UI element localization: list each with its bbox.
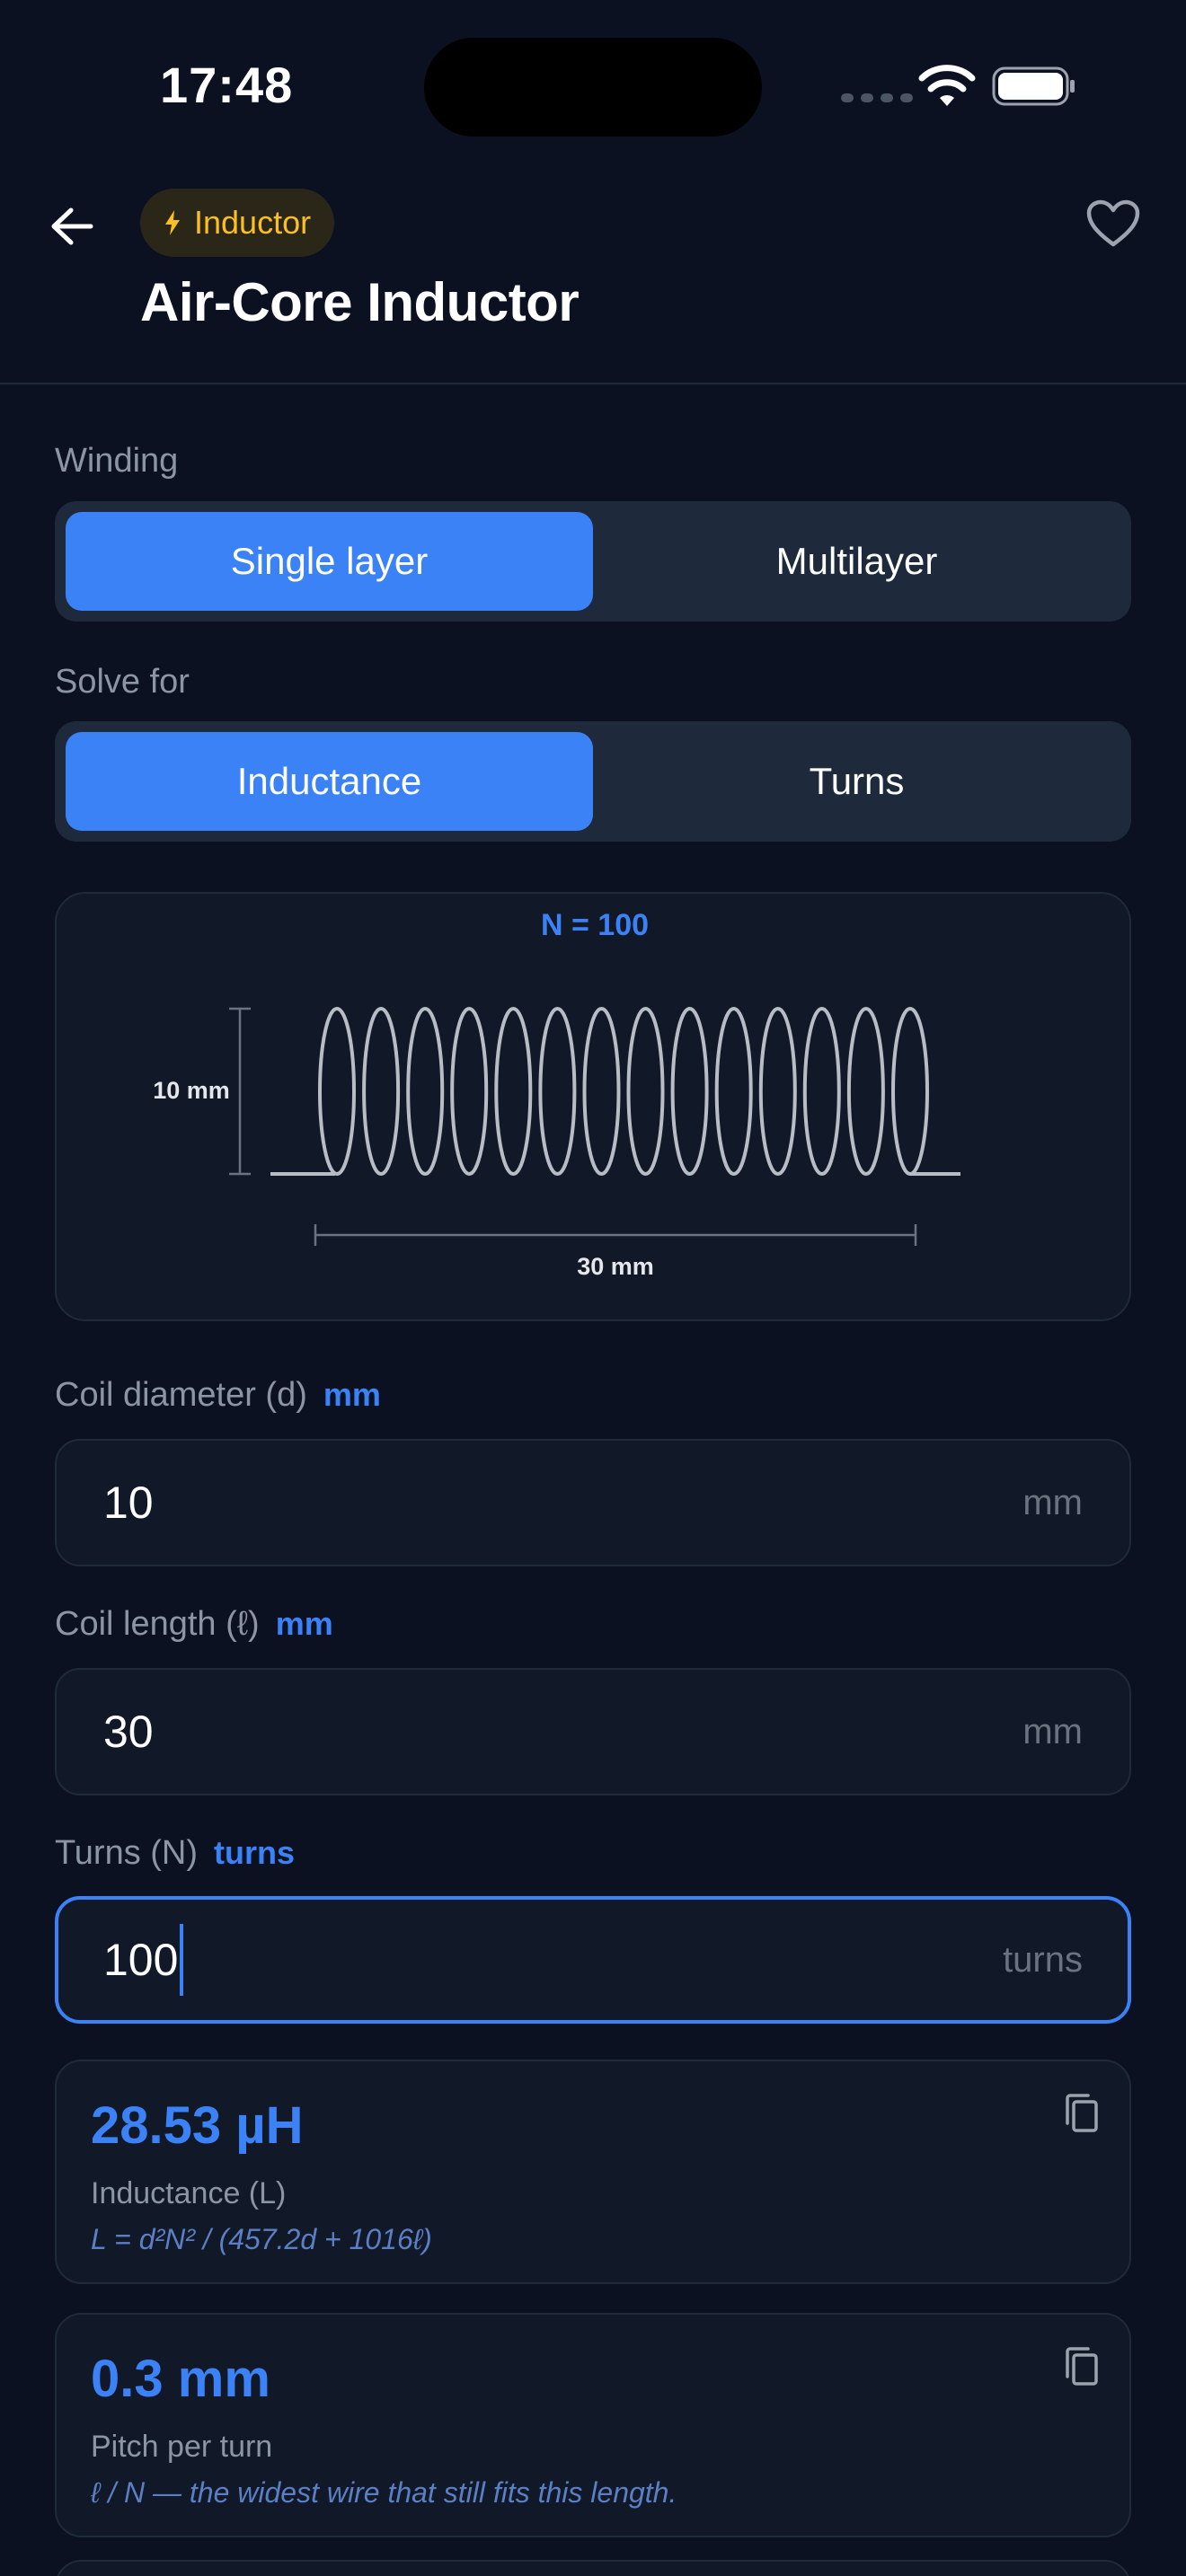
coil-loop bbox=[362, 1007, 401, 1176]
turns-label: Turns (N) bbox=[55, 1834, 199, 1872]
length-dimension: 30 mm bbox=[314, 1224, 917, 1280]
coil-diameter-label: Coil diameter (d) bbox=[55, 1376, 307, 1414]
diameter-dimension: 10 mm bbox=[153, 1007, 251, 1176]
coil-loop bbox=[538, 1007, 577, 1176]
favorite-button[interactable] bbox=[1084, 194, 1143, 253]
coil-diagram: N = 100 10 mm 30 mm bbox=[55, 892, 1131, 1321]
winding-label: Winding bbox=[55, 442, 179, 480]
bolt-icon bbox=[165, 210, 180, 235]
battery-icon bbox=[992, 66, 1075, 106]
turns-input[interactable]: 100 turns bbox=[55, 1896, 1131, 2024]
coil-loop bbox=[846, 1007, 885, 1176]
coil-loop bbox=[714, 1007, 753, 1176]
winding-option-single-layer[interactable]: Single layer bbox=[66, 512, 593, 611]
inductance-result-value: 28.53 µH bbox=[91, 2096, 304, 2155]
coil-length-value: 30 bbox=[103, 1707, 154, 1757]
turns-suffix: turns bbox=[1003, 1939, 1083, 1980]
coil-diameter-input[interactable]: 10 mm bbox=[55, 1439, 1131, 1566]
copy-icon bbox=[1066, 2094, 1098, 2132]
pitch-result-label: Pitch per turn bbox=[91, 2430, 273, 2464]
wifi-icon bbox=[918, 65, 976, 106]
winding-segmented-control: Single layer Multilayer bbox=[55, 501, 1131, 622]
inductance-formula: L = d²N² / (457.2d + 1016ℓ) bbox=[91, 2223, 432, 2255]
coil-loop bbox=[406, 1007, 445, 1176]
coil-diameter-value: 10 bbox=[103, 1478, 154, 1528]
status-bar: 17:48 bbox=[0, 0, 1186, 171]
category-chip-label: Inductor bbox=[194, 204, 312, 241]
coil-loop bbox=[758, 1007, 797, 1176]
coil-diameter-label-row: Coil diameter (d) mm bbox=[55, 1376, 381, 1415]
pitch-formula: ℓ / N — the widest wire that still fits … bbox=[91, 2476, 677, 2509]
coil-loop bbox=[802, 1007, 841, 1176]
coil-diameter-suffix: mm bbox=[1022, 1482, 1083, 1522]
winding-option-multilayer[interactable]: Multilayer bbox=[593, 512, 1120, 611]
turns-unit-tag[interactable]: turns bbox=[214, 1834, 295, 1872]
coil-length-unit-tag[interactable]: mm bbox=[276, 1605, 333, 1643]
heart-outline-icon bbox=[1086, 199, 1140, 247]
coil-loop bbox=[450, 1007, 489, 1176]
diagram-diameter-label: 10 mm bbox=[153, 1077, 230, 1104]
coil-length-input[interactable]: 30 mm bbox=[55, 1668, 1131, 1795]
coil-loop bbox=[318, 1007, 356, 1176]
text-caret bbox=[180, 1924, 184, 1996]
copy-inductance-button[interactable] bbox=[1056, 2088, 1106, 2139]
solve-for-segmented-control: Inductance Turns bbox=[55, 721, 1131, 842]
coil-loop bbox=[494, 1007, 533, 1176]
diagram-length-label: 30 mm bbox=[577, 1253, 654, 1280]
solve-for-label: Solve for bbox=[55, 663, 190, 701]
turns-value: 100 bbox=[103, 1935, 179, 1985]
status-time: 17:48 bbox=[160, 57, 294, 113]
page-title: Air-Core Inductor bbox=[140, 272, 580, 332]
coil-loop bbox=[891, 1007, 929, 1176]
arrow-left-icon bbox=[51, 207, 93, 245]
back-button[interactable] bbox=[45, 199, 99, 253]
coil-diameter-unit-tag[interactable]: mm bbox=[323, 1376, 381, 1414]
coil-length-label-row: Coil length (ℓ) mm bbox=[55, 1605, 333, 1644]
solve-for-option-inductance[interactable]: Inductance bbox=[66, 732, 593, 831]
category-chip: Inductor bbox=[140, 189, 335, 257]
diagram-turns-label: N = 100 bbox=[541, 908, 649, 942]
turns-label-row: Turns (N) turns bbox=[55, 1834, 295, 1873]
pitch-result-card: 0.3 mm Pitch per turn ℓ / N — the widest… bbox=[55, 2313, 1131, 2537]
copy-icon bbox=[1066, 2347, 1098, 2386]
next-result-card bbox=[55, 2560, 1131, 2576]
copy-pitch-button[interactable] bbox=[1056, 2342, 1106, 2392]
dynamic-island bbox=[424, 38, 762, 137]
coil-length-suffix: mm bbox=[1022, 1711, 1083, 1751]
coil-loop bbox=[626, 1007, 665, 1176]
solve-for-option-turns[interactable]: Turns bbox=[593, 732, 1120, 831]
coil-loop bbox=[582, 1007, 621, 1176]
inductance-result-card: 28.53 µH Inductance (L) L = d²N² / (457.… bbox=[55, 2060, 1131, 2284]
pitch-result-value: 0.3 mm bbox=[91, 2350, 270, 2408]
coil-diagram-svg: N = 100 10 mm 30 mm bbox=[153, 908, 960, 1280]
coil-loop bbox=[670, 1007, 709, 1176]
cellular-signal-icon bbox=[841, 93, 913, 102]
inductance-result-label: Inductance (L) bbox=[91, 2176, 287, 2210]
header: Inductor Air-Core Inductor bbox=[0, 171, 1186, 384]
coil-wire bbox=[270, 1007, 960, 1176]
turns-value-wrap: 100 bbox=[103, 1900, 184, 2020]
coil-length-label: Coil length (ℓ) bbox=[55, 1605, 260, 1643]
